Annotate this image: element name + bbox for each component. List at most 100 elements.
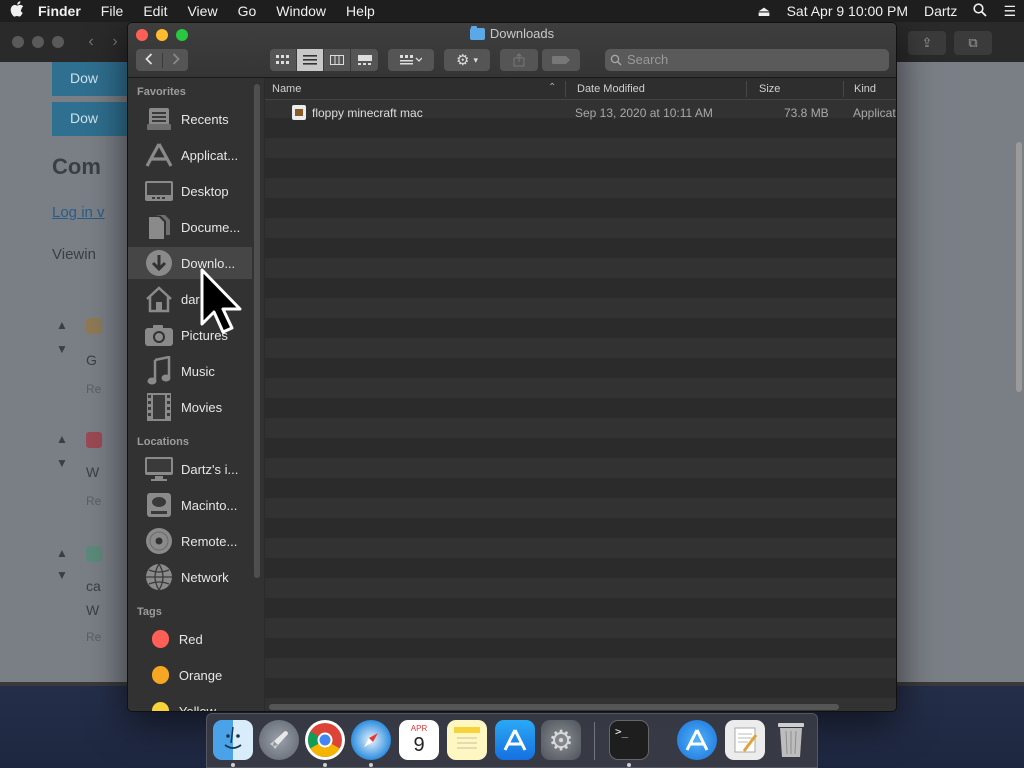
- forward-button[interactable]: [162, 52, 188, 68]
- reply-link[interactable]: Re: [86, 630, 101, 644]
- browser-scrollbar[interactable]: [1016, 142, 1022, 392]
- comment-snippet: W: [86, 464, 100, 480]
- browser-tabs-icon[interactable]: ⧉: [954, 31, 992, 55]
- browser-close-dot[interactable]: [12, 36, 24, 48]
- reply-link[interactable]: Re: [86, 382, 101, 396]
- desktop-icon: [144, 177, 175, 205]
- application-file-icon: [292, 105, 306, 120]
- sidebar-item-macintosh-hd[interactable]: Macinto...: [128, 489, 252, 521]
- sidebar-item-documents[interactable]: Docume...: [128, 211, 252, 243]
- dock: APR 9 ⚙ >_: [206, 713, 818, 768]
- menu-view[interactable]: View: [177, 3, 227, 19]
- downloads-icon: [144, 249, 175, 277]
- sidebar-item-tag-orange[interactable]: Orange: [128, 659, 252, 691]
- menubar-clock[interactable]: Sat Apr 9 10:00 PM: [779, 3, 916, 19]
- file-kind: Applicat: [853, 106, 896, 120]
- downvote-icon[interactable]: ▼: [56, 456, 68, 470]
- edit-tags-button[interactable]: [542, 49, 580, 71]
- column-divider[interactable]: [843, 81, 844, 97]
- apple-menu-icon[interactable]: [0, 1, 34, 21]
- system-preferences-icon[interactable]: ⚙: [541, 720, 581, 760]
- sidebar-item-recents[interactable]: Recents: [128, 103, 252, 135]
- browser-forward-icon[interactable]: ›: [104, 31, 126, 53]
- sidebar-scrollbar[interactable]: [254, 84, 260, 578]
- action-gear-button[interactable]: ⚙ ▾: [444, 49, 490, 71]
- downvote-icon[interactable]: ▼: [56, 342, 68, 356]
- view-mode-group: [270, 49, 378, 71]
- file-size: 73.8 MB: [784, 106, 829, 120]
- column-header-size[interactable]: Size: [759, 83, 780, 95]
- share-button[interactable]: [500, 49, 538, 71]
- menu-file[interactable]: File: [91, 3, 134, 19]
- menu-finder[interactable]: Finder: [34, 3, 91, 19]
- chrome-icon[interactable]: [305, 720, 345, 760]
- gallery-view-button[interactable]: [351, 49, 378, 71]
- browser-zoom-dot[interactable]: [52, 36, 64, 48]
- icon-view-button[interactable]: [270, 49, 297, 71]
- menu-window[interactable]: Window: [266, 3, 336, 19]
- tags-heading: Tags: [137, 606, 162, 618]
- download-button[interactable]: Dow: [52, 62, 132, 96]
- sidebar-item-label: Remote...: [180, 533, 238, 549]
- file-list[interactable]: Name ⌃ Date Modified Size Kind floppy mi…: [265, 78, 896, 711]
- login-link[interactable]: Log in v: [52, 204, 105, 221]
- calendar-icon[interactable]: APR 9: [399, 720, 439, 760]
- horizontal-scrollbar[interactable]: [269, 704, 839, 710]
- eject-icon[interactable]: ⏏: [749, 3, 778, 20]
- sidebar-item-network[interactable]: Network: [128, 561, 252, 593]
- sidebar-item-computer[interactable]: Dartz's i...: [128, 453, 252, 485]
- notes-icon[interactable]: [447, 720, 487, 760]
- avatar: [86, 546, 102, 562]
- menu-help[interactable]: Help: [336, 3, 385, 19]
- table-row[interactable]: floppy minecraft mac Sep 13, 2020 at 10:…: [265, 103, 896, 123]
- download-button[interactable]: Dow: [52, 102, 132, 136]
- reply-link[interactable]: Re: [86, 494, 101, 508]
- browser-share-icon[interactable]: ⇪: [908, 31, 946, 55]
- yellow-tag-icon: [152, 702, 169, 711]
- spotlight-search-icon[interactable]: [965, 2, 995, 20]
- avatar: [86, 318, 102, 334]
- column-header-kind[interactable]: Kind: [854, 83, 876, 95]
- back-button[interactable]: [136, 52, 162, 68]
- terminal-icon[interactable]: >_: [609, 720, 649, 760]
- sidebar-item-applications[interactable]: Applicat...: [128, 139, 252, 171]
- orange-tag-icon: [152, 666, 169, 684]
- applications-folder-icon[interactable]: [677, 720, 717, 760]
- notification-center-icon[interactable]: ☰: [995, 3, 1024, 20]
- menu-go[interactable]: Go: [228, 3, 267, 19]
- finder-icon[interactable]: [213, 720, 253, 760]
- upvote-icon[interactable]: ▲: [56, 318, 68, 332]
- menubar-user[interactable]: Dartz: [916, 3, 965, 19]
- textedit-icon[interactable]: [725, 720, 765, 760]
- column-header-date-modified[interactable]: Date Modified: [577, 83, 645, 95]
- group-by-button[interactable]: [388, 49, 434, 71]
- search-field[interactable]: Search: [605, 49, 889, 71]
- gear-icon: ⚙: [456, 52, 470, 69]
- file-name: floppy minecraft mac: [312, 106, 423, 120]
- app-store-icon[interactable]: [495, 720, 535, 760]
- browser-minimize-dot[interactable]: [32, 36, 44, 48]
- sidebar-item-tag-yellow[interactable]: Yellow: [128, 695, 252, 711]
- finder-titlebar: Downloads ⚙ ▾ Search: [128, 23, 896, 78]
- sidebar-item-label: Recents: [180, 111, 229, 127]
- list-view-button[interactable]: [297, 49, 324, 71]
- browser-back-icon[interactable]: ‹: [80, 31, 102, 53]
- column-view-button[interactable]: [324, 49, 351, 71]
- sidebar-item-movies[interactable]: Movies: [128, 391, 252, 423]
- menu-edit[interactable]: Edit: [133, 3, 177, 19]
- sidebar-item-tag-red[interactable]: Red: [128, 623, 252, 655]
- sidebar-item-desktop[interactable]: Desktop: [128, 175, 252, 207]
- comment-snippet: W: [86, 602, 100, 618]
- column-header-name[interactable]: Name: [272, 83, 301, 95]
- safari-icon[interactable]: [351, 720, 391, 760]
- upvote-icon[interactable]: ▲: [56, 432, 68, 446]
- launchpad-icon[interactable]: [259, 720, 299, 760]
- column-divider[interactable]: [565, 81, 566, 97]
- trash-icon[interactable]: [771, 720, 811, 760]
- downvote-icon[interactable]: ▼: [56, 568, 68, 582]
- column-divider[interactable]: [746, 81, 747, 97]
- calendar-month: APR: [410, 724, 428, 733]
- sidebar-item-remote-disc[interactable]: Remote...: [128, 525, 252, 557]
- upvote-icon[interactable]: ▲: [56, 546, 68, 560]
- sidebar-item-music[interactable]: Music: [128, 355, 252, 387]
